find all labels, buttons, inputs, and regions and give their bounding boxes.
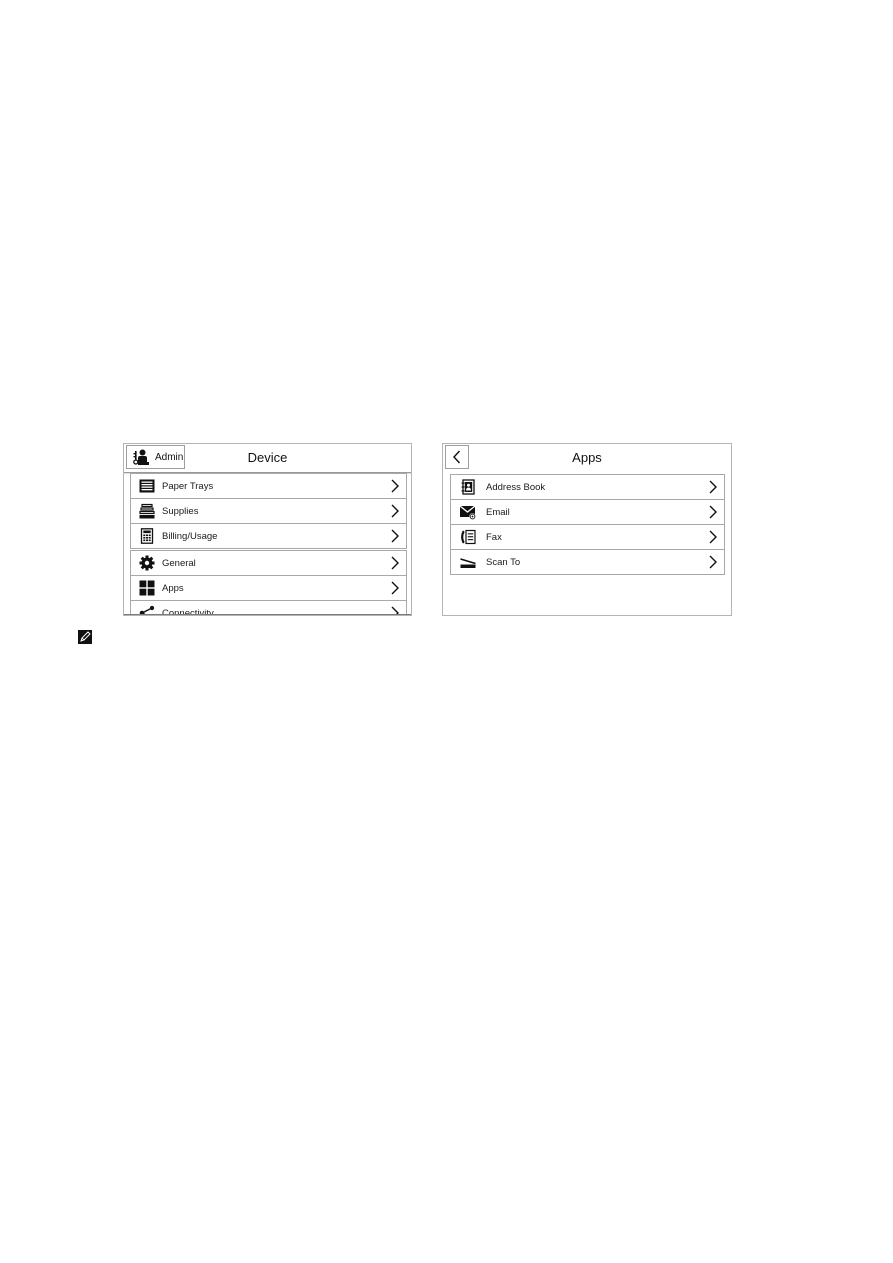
list-item-paper-trays[interactable]: Paper Trays xyxy=(131,474,406,499)
apps-screen: Apps Address Book Email Fax Scan To xyxy=(442,443,732,616)
list-item-label: Billing/Usage xyxy=(162,530,218,542)
chevron-right-icon xyxy=(391,479,399,493)
list-item-supplies[interactable]: Supplies xyxy=(131,499,406,524)
chevron-right-icon xyxy=(709,530,717,544)
fax-icon xyxy=(461,529,476,545)
list-item-address-book[interactable]: Address Book xyxy=(451,475,724,500)
device-list-group: General Apps Connectivity xyxy=(130,550,407,615)
email-icon xyxy=(460,505,476,520)
apps-list: Address Book Email Fax Scan To xyxy=(450,474,725,575)
panel-bottom-divider xyxy=(124,614,411,615)
address-book-icon xyxy=(461,479,475,495)
list-item-apps[interactable]: Apps xyxy=(131,576,406,601)
list-item-label: Fax xyxy=(486,531,502,543)
list-item-label: Paper Trays xyxy=(162,480,214,492)
gear-icon xyxy=(139,555,155,571)
list-item-label: Supplies xyxy=(162,505,199,517)
chevron-right-icon xyxy=(709,555,717,569)
list-item-billing-usage[interactable]: Billing/Usage xyxy=(131,524,406,549)
apps-grid-icon xyxy=(139,580,155,596)
calculator-icon xyxy=(140,528,154,544)
device-title: Device xyxy=(247,450,288,465)
list-item-label: Apps xyxy=(162,582,184,594)
chevron-right-icon xyxy=(709,505,717,519)
device-list-group: Paper Trays Supplies Billing/Usage xyxy=(130,473,407,549)
paper-trays-icon xyxy=(139,479,155,493)
scanner-icon xyxy=(460,558,476,568)
scrollbar[interactable] xyxy=(411,517,412,583)
list-item-label: General xyxy=(162,557,196,569)
list-item-scan-to[interactable]: Scan To xyxy=(451,550,724,574)
chevron-right-icon xyxy=(391,529,399,543)
chevron-right-icon xyxy=(391,581,399,595)
supplies-icon xyxy=(139,503,155,519)
list-item-label: Address Book xyxy=(486,481,546,493)
chevron-right-icon xyxy=(391,504,399,518)
device-header: Admin Device xyxy=(124,444,411,473)
chevron-right-icon xyxy=(709,480,717,494)
list-item-general[interactable]: General xyxy=(131,551,406,576)
chevron-right-icon xyxy=(391,556,399,570)
list-item-label: Email xyxy=(486,506,510,518)
list-item-email[interactable]: Email xyxy=(451,500,724,525)
list-item-label: Scan To xyxy=(486,556,521,568)
list-item-fax[interactable]: Fax xyxy=(451,525,724,550)
device-screen: Admin Device Paper Trays Supplies Billin… xyxy=(123,443,412,616)
note-pencil-icon xyxy=(78,630,92,644)
apps-title: Apps xyxy=(572,450,602,465)
apps-header: Apps xyxy=(443,444,731,472)
